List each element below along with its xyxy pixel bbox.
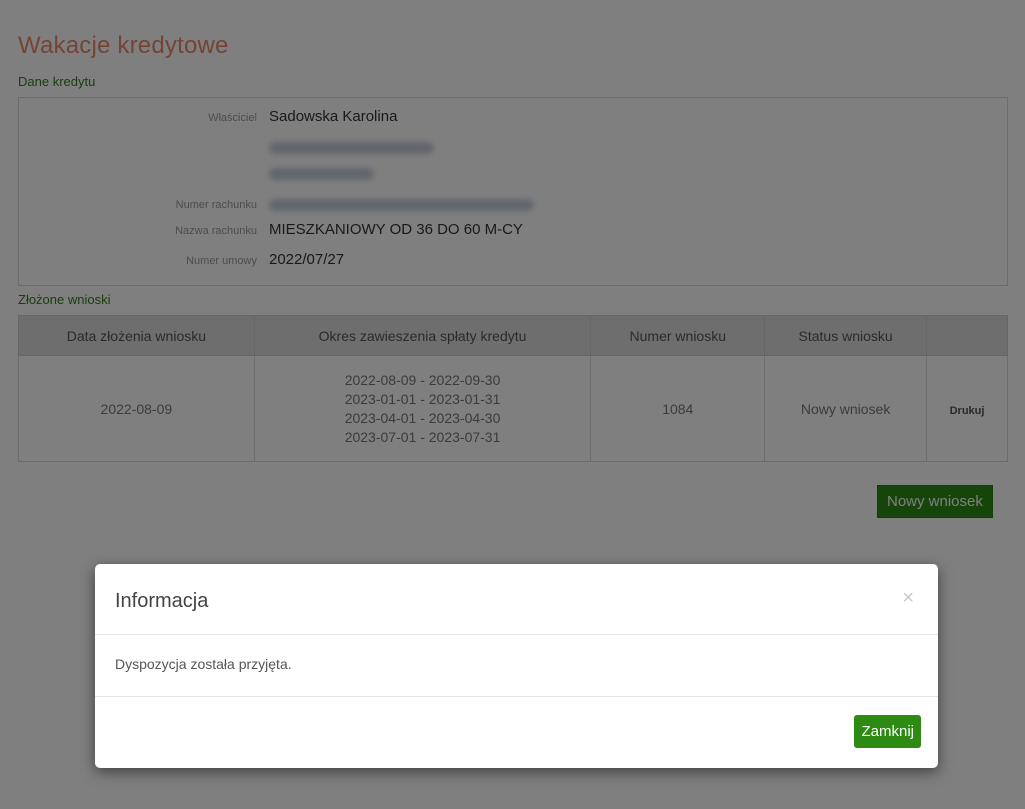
modal-header: Informacja × bbox=[95, 564, 938, 635]
modal-title: Informacja bbox=[115, 590, 209, 612]
close-modal-button[interactable]: Zamknij bbox=[854, 715, 921, 748]
modal-message: Dyspozycja została przyjęta. bbox=[115, 656, 292, 672]
close-icon[interactable]: × bbox=[902, 588, 914, 608]
info-modal: Informacja × Dyspozycja została przyjęta… bbox=[95, 564, 938, 768]
modal-body: Dyspozycja została przyjęta. bbox=[95, 635, 938, 697]
